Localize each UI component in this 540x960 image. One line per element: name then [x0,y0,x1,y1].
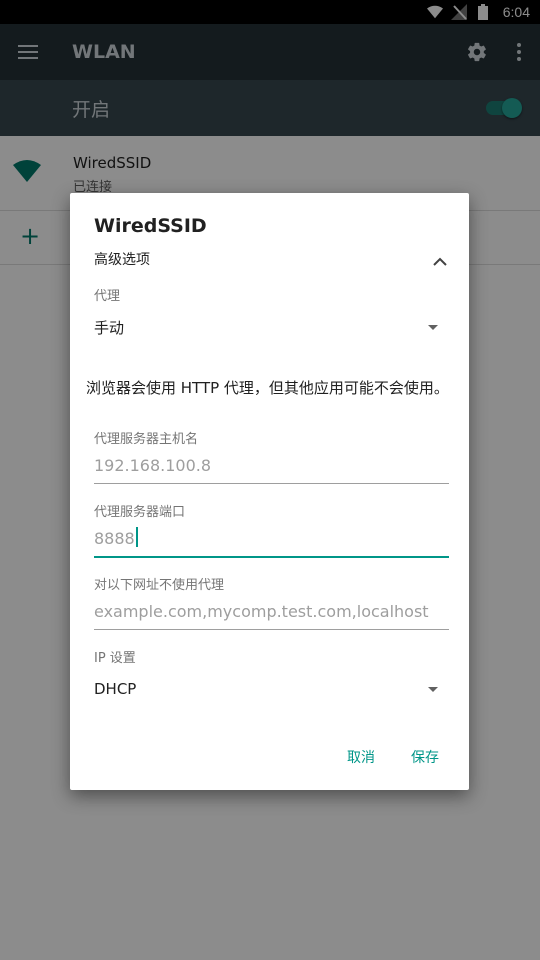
proxy-warning-text: 浏览器会使用 HTTP 代理，但其他应用可能不会使用。 [86,379,449,397]
proxy-spinner[interactable]: 手动 [94,317,438,341]
bypass-input[interactable]: example.com,mycomp.test.com,localhost [94,599,449,630]
proxy-port-value: 8888 [94,529,135,548]
text-cursor [135,527,138,547]
network-config-dialog: WiredSSID 高级选项 代理 手动 浏览器会使用 HTTP 代理，但其他应… [70,193,469,790]
proxy-host-value: 192.168.100.8 [94,456,212,475]
proxy-port-input[interactable]: 8888 [94,526,449,558]
ip-settings-spinner[interactable]: DHCP [94,679,438,703]
dropdown-arrow-icon [428,325,438,330]
bypass-placeholder: example.com,mycomp.test.com,localhost [94,602,429,621]
proxy-host-caption: 代理服务器主机名 [94,432,199,447]
proxy-host-input[interactable]: 192.168.100.8 [94,453,449,484]
advanced-options-toggle[interactable]: 高级选项 [94,249,449,271]
proxy-value: 手动 [94,319,125,337]
advanced-options-label: 高级选项 [94,252,150,268]
ip-settings-caption: IP 设置 [94,651,136,666]
proxy-port-caption: 代理服务器端口 [94,505,186,520]
proxy-caption: 代理 [94,289,121,304]
bypass-caption: 对以下网址不使用代理 [94,578,225,593]
dropdown-arrow-icon [428,687,438,692]
dialog-title: WiredSSID [94,215,207,237]
cancel-button[interactable]: 取消 [347,747,375,767]
save-button[interactable]: 保存 [411,747,439,767]
ip-settings-value: DHCP [94,680,137,698]
chevron-up-icon [433,251,447,270]
